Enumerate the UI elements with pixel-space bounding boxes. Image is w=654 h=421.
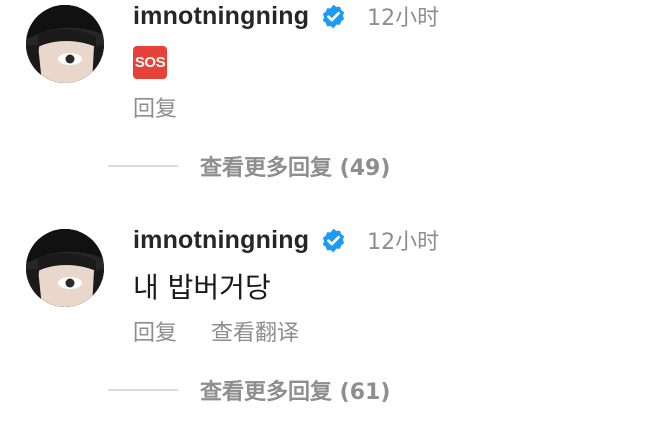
comment-actions: 回复 bbox=[133, 92, 177, 122]
avatar[interactable] bbox=[26, 5, 104, 83]
comment-actions: 回复 查看翻译 bbox=[133, 316, 299, 346]
username[interactable]: imnotningning bbox=[133, 2, 309, 31]
verified-badge-icon bbox=[320, 3, 347, 30]
sos-emoji: SOS bbox=[133, 46, 167, 79]
view-more-replies[interactable]: 查看更多回复 (61) bbox=[108, 375, 390, 405]
view-more-replies-label[interactable]: 查看更多回复 (61) bbox=[200, 374, 390, 406]
timestamp: 12小时 bbox=[367, 230, 440, 255]
verified-badge-icon bbox=[320, 227, 347, 254]
avatar-image bbox=[26, 5, 104, 83]
avatar-image bbox=[26, 229, 104, 307]
avatar[interactable] bbox=[26, 229, 104, 307]
divider-line bbox=[108, 389, 178, 391]
view-more-replies[interactable]: 查看更多回复 (49) bbox=[108, 151, 390, 181]
reply-button[interactable]: 回复 bbox=[133, 315, 177, 347]
comment-text: 내 밥버거당 bbox=[133, 271, 271, 304]
reply-button[interactable]: 回复 bbox=[133, 91, 177, 123]
comment-header: imnotningning 12小时 bbox=[133, 224, 439, 256]
view-translation-button[interactable]: 查看翻译 bbox=[211, 315, 299, 347]
comment-header: imnotningning 12小时 bbox=[133, 0, 439, 32]
view-more-replies-label[interactable]: 查看更多回复 (49) bbox=[200, 150, 390, 182]
username[interactable]: imnotningning bbox=[133, 226, 309, 255]
timestamp: 12小时 bbox=[367, 6, 440, 31]
divider-line bbox=[108, 165, 178, 167]
